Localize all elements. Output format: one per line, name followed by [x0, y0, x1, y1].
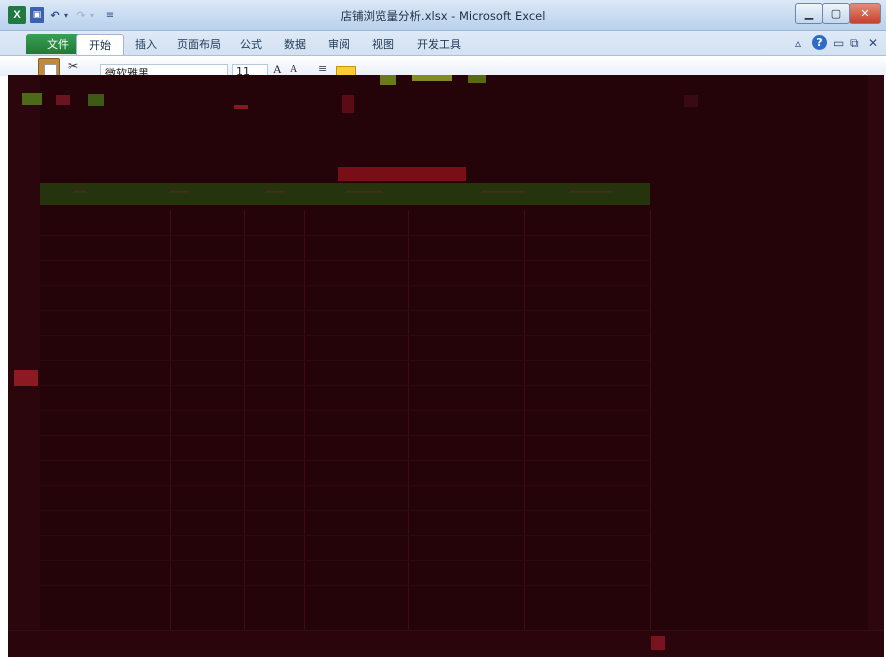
grid-line — [304, 210, 305, 657]
grid-line — [40, 510, 650, 511]
tab-data[interactable]: 数据 — [280, 34, 310, 54]
glitch-block — [684, 95, 698, 107]
grid-line — [40, 385, 650, 386]
ribbon-tab-bar: 文件 开始 插入 页面布局 公式 数据 审阅 视图 开发工具 ▵ ▭ ⧉ ✕ — [0, 31, 886, 55]
grid-line — [40, 585, 650, 586]
header-cell: ━━━━━━━ — [570, 187, 613, 198]
tab-page-layout[interactable]: 页面布局 — [174, 34, 224, 54]
close-workbook-icon[interactable]: ✕ — [868, 36, 878, 50]
row-header-column — [8, 75, 40, 630]
worksheet-area[interactable]: ━━ ━━━ ━━━ ━━━━━━ ━━━━━━━ ━━━━━━━ — [8, 75, 884, 657]
shrink-font-icon[interactable]: A — [290, 64, 297, 75]
glitch-block — [380, 75, 396, 85]
grid-line — [524, 210, 525, 657]
tab-formulas[interactable]: 公式 — [236, 34, 266, 54]
table-title-band — [338, 167, 466, 181]
maximize-button[interactable]: ▢ — [822, 3, 850, 24]
minimize-button[interactable]: ▁ — [795, 3, 823, 24]
restore-workbook-icon[interactable]: ⧉ — [850, 36, 859, 51]
selected-row-marker — [14, 370, 38, 386]
help-icon[interactable]: ? — [812, 35, 827, 50]
grid-line — [408, 210, 409, 657]
tab-review[interactable]: 审阅 — [324, 34, 354, 54]
header-cell: ━━━ — [170, 187, 189, 198]
cut-icon[interactable]: ✂ — [68, 59, 78, 73]
grid-line — [244, 210, 245, 657]
tab-view[interactable]: 视图 — [368, 34, 398, 54]
title-bar: X ▣ ↶ ▾ ↷ ▾ ≡ 店铺浏览量分析.xlsx - Microsoft E… — [0, 0, 886, 31]
header-cell: ━━━ — [266, 187, 285, 198]
glitch-block — [22, 93, 42, 105]
page-layout-view-icon[interactable] — [651, 636, 665, 650]
grid-line — [40, 560, 650, 561]
vertical-scrollbar[interactable] — [868, 75, 884, 657]
tab-insert[interactable]: 插入 — [128, 34, 164, 54]
grid-line — [40, 285, 650, 286]
glitch-block — [234, 105, 248, 109]
minimize-workbook-icon[interactable]: ▭ — [833, 36, 844, 50]
close-button[interactable]: ✕ — [849, 3, 881, 24]
glitch-block — [56, 95, 70, 105]
grid-line — [40, 310, 650, 311]
grid-line — [40, 485, 650, 486]
align-top-icon[interactable]: ≡ — [318, 62, 327, 75]
glitch-block — [342, 95, 354, 113]
grid-line — [40, 335, 650, 336]
glitch-block — [88, 94, 104, 106]
grid-line — [40, 410, 650, 411]
status-bar — [8, 630, 884, 657]
grid-line — [170, 210, 171, 657]
table-header-row: ━━ ━━━ ━━━ ━━━━━━ ━━━━━━━ ━━━━━━━ — [40, 183, 650, 205]
header-cell: ━━━━━━━ — [482, 187, 525, 198]
tab-developer[interactable]: 开发工具 — [414, 34, 464, 54]
minimize-ribbon-icon[interactable]: ▵ — [795, 36, 801, 50]
header-cell: ━━ — [74, 187, 87, 198]
grid-line — [40, 235, 650, 236]
header-cell: ━━━━━━ — [346, 187, 383, 198]
tab-home[interactable]: 开始 — [76, 34, 124, 55]
grid-line — [40, 535, 650, 536]
grid-line — [40, 460, 650, 461]
grid-line — [650, 210, 651, 657]
glitch-block — [468, 75, 486, 83]
window-title: 店铺浏览量分析.xlsx - Microsoft Excel — [340, 9, 546, 23]
grid-line — [40, 260, 650, 261]
grid-line — [40, 435, 650, 436]
glitch-block — [412, 75, 452, 81]
grid-line — [40, 360, 650, 361]
